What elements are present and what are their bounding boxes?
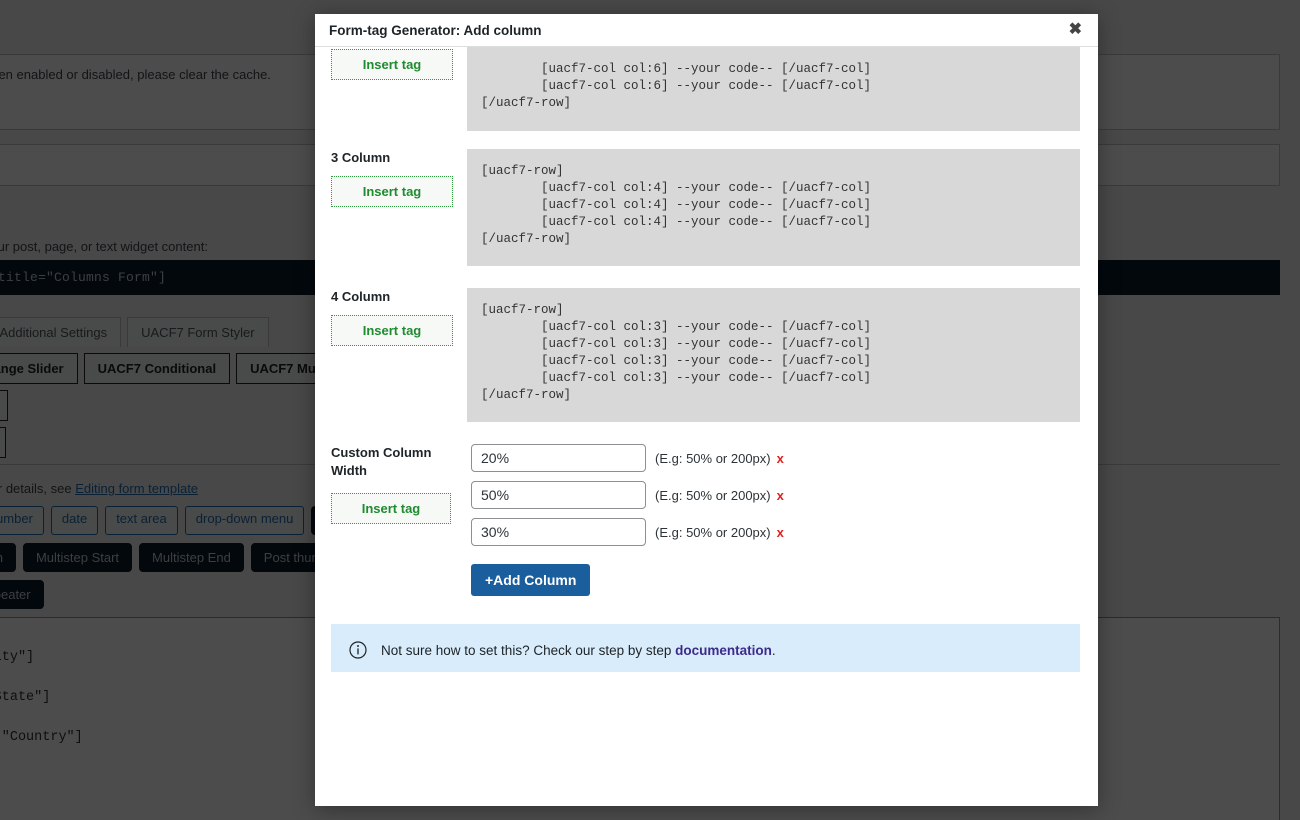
section-3-column: 3 Column Insert tag [uacf7-row] [uacf7-c… [331, 149, 1080, 266]
add-column-button[interactable]: +Add Column [471, 564, 591, 596]
insert-tag-button-3-column[interactable]: Insert tag [331, 175, 453, 207]
insert-tag-button-2-column[interactable]: Insert tag [331, 49, 453, 80]
section-3-column-left: 3 Column Insert tag [331, 149, 467, 207]
custom-width-hint-1: (E.g: 50% or 200px) [655, 450, 771, 466]
custom-width-hint-2: (E.g: 50% or 200px) [655, 487, 771, 503]
info-icon [349, 641, 367, 659]
notice-text-before: Not sure how to set this? Check our step… [381, 642, 676, 658]
section-4-column: 4 Column Insert tag [uacf7-row] [uacf7-c… [331, 288, 1080, 422]
custom-column-left: Custom Column Width Insert tag [331, 444, 471, 525]
close-icon[interactable]: ✖ [1065, 19, 1086, 41]
modal-body: Insert tag [uacf7-col col:6] --your code… [315, 47, 1098, 672]
section-custom-column-width: Custom Column Width Insert tag (E.g: 50%… [331, 444, 1080, 596]
label-4-column: 4 Column [331, 289, 391, 304]
documentation-notice-text: Not sure how to set this? Check our step… [381, 643, 776, 658]
label-3-column: 3 Column [331, 150, 391, 165]
remove-column-icon-3[interactable]: x [777, 525, 784, 540]
code-block-3-column: [uacf7-row] [uacf7-col col:4] --your cod… [467, 149, 1080, 266]
custom-width-row: (E.g: 50% or 200px) x [471, 518, 1080, 546]
custom-width-input-2[interactable] [471, 481, 646, 509]
insert-tag-button-custom[interactable]: Insert tag [331, 493, 451, 525]
remove-column-icon-1[interactable]: x [777, 451, 784, 466]
insert-tag-button-4-column[interactable]: Insert tag [331, 314, 453, 346]
notice-text-after: . [771, 642, 776, 658]
section-2-column-left: Insert tag [331, 49, 467, 80]
custom-width-row: (E.g: 50% or 200px) x [471, 444, 1080, 472]
documentation-link[interactable]: documentation [675, 643, 772, 658]
documentation-notice: Not sure how to set this? Check our step… [331, 624, 1080, 672]
section-2-column: Insert tag [uacf7-col col:6] --your code… [331, 47, 1080, 131]
label-custom-column-width: Custom Column Width [331, 445, 432, 478]
section-4-column-left: 4 Column Insert tag [331, 288, 467, 346]
modal-scroll-content: Insert tag [uacf7-col col:6] --your code… [315, 47, 1098, 672]
form-tag-generator-modal: Form-tag Generator: Add column ✖ Insert … [315, 14, 1098, 806]
modal-title: Form-tag Generator: Add column [329, 22, 542, 38]
modal-header: Form-tag Generator: Add column ✖ [315, 14, 1098, 47]
custom-width-row: (E.g: 50% or 200px) x [471, 481, 1080, 509]
code-block-2-column: [uacf7-col col:6] --your code-- [/uacf7-… [467, 47, 1080, 131]
custom-width-input-1[interactable] [471, 444, 646, 472]
custom-width-input-3[interactable] [471, 518, 646, 546]
custom-column-right: (E.g: 50% or 200px) x (E.g: 50% or 200px… [471, 444, 1080, 596]
code-block-4-column: [uacf7-row] [uacf7-col col:3] --your cod… [467, 288, 1080, 422]
remove-column-icon-2[interactable]: x [777, 488, 784, 503]
custom-width-hint-3: (E.g: 50% or 200px) [655, 524, 771, 540]
